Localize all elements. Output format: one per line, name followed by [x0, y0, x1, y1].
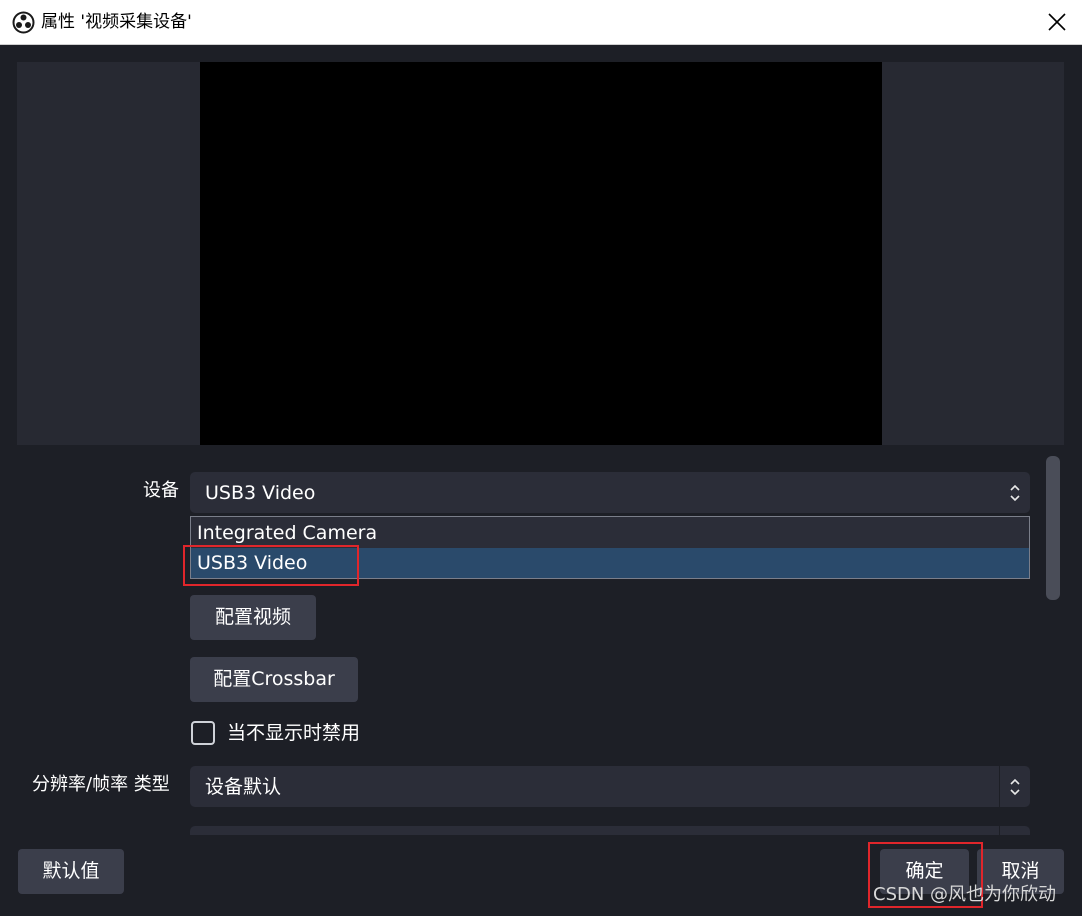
preview-area [17, 62, 1064, 445]
configure-video-button[interactable]: 配置视频 [190, 595, 316, 640]
scrollbar-thumb[interactable] [1046, 456, 1060, 600]
device-dropdown-list: Integrated Camera USB3 Video [190, 516, 1030, 579]
device-option-usb3-video[interactable]: USB3 Video [191, 548, 1029, 578]
video-preview [200, 62, 882, 445]
device-label: 设备 [143, 480, 179, 501]
title-bar: 属性 '视频采集设备' [0, 0, 1082, 45]
close-button[interactable] [1040, 6, 1074, 38]
obs-logo-icon [12, 11, 35, 34]
window-title: 属性 '视频采集设备' [41, 12, 192, 32]
properties-scrollbar[interactable] [1045, 455, 1062, 835]
deactivate-checkbox[interactable] [191, 721, 215, 745]
configure-crossbar-button[interactable]: 配置Crossbar [190, 657, 358, 702]
resolution-type-select[interactable]: 设备默认 [190, 766, 1030, 807]
updown-chevron-icon [1010, 778, 1020, 796]
resolution-type-label: 分辨率/帧率 类型 [32, 774, 170, 795]
updown-chevron-icon [1010, 484, 1020, 502]
deactivate-label: 当不显示时禁用 [227, 722, 361, 744]
combo-divider [999, 766, 1000, 807]
device-select-value: USB3 Video [205, 482, 316, 504]
properties-dialog: 属性 '视频采集设备' 设备 USB3 Video Integrated Cam… [0, 0, 1082, 916]
combo-divider [999, 826, 1000, 835]
device-option-integrated-camera[interactable]: Integrated Camera [191, 518, 1029, 548]
close-icon [1048, 13, 1066, 31]
device-select[interactable]: USB3 Video [190, 472, 1030, 513]
defaults-button[interactable]: 默认值 [18, 849, 124, 894]
next-property-select[interactable] [190, 826, 1030, 835]
resolution-type-value: 设备默认 [205, 776, 282, 798]
watermark: CSDN @风也为你欣动 [873, 884, 1057, 905]
